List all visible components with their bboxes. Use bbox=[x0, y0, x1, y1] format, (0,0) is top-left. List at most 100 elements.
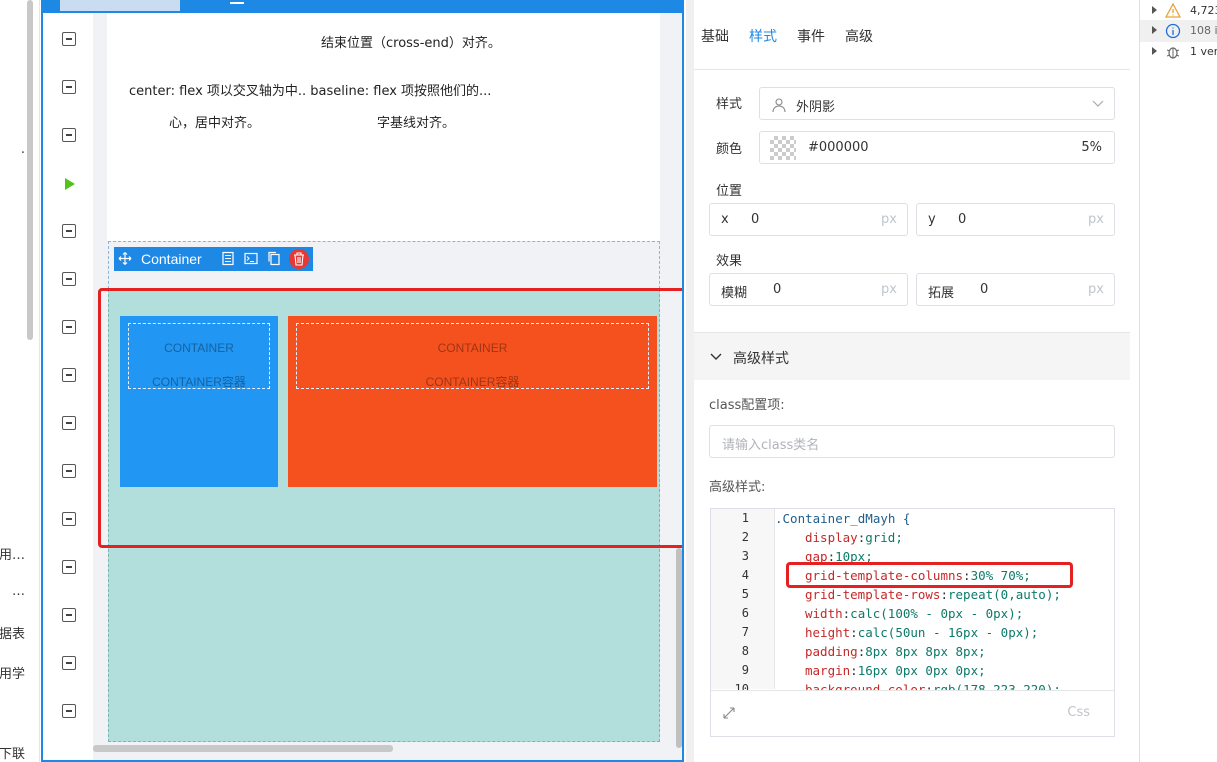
expand-unit: px bbox=[1088, 282, 1104, 297]
y-unit: px bbox=[1088, 212, 1104, 227]
collapse-icon[interactable] bbox=[62, 80, 76, 94]
expand-icon[interactable] bbox=[723, 707, 735, 719]
move-icon[interactable] bbox=[118, 251, 132, 266]
line-number: 5 bbox=[741, 587, 749, 601]
minimize-icon[interactable] bbox=[230, 2, 244, 4]
tab-events[interactable]: 事件 bbox=[797, 26, 825, 46]
collapse-icon[interactable] bbox=[62, 224, 76, 238]
y-label: y bbox=[928, 212, 936, 227]
sidebar-label[interactable]: 下联 bbox=[0, 743, 25, 762]
design-canvas[interactable]: 结束位置（cross-end）对齐。 center: flex 项以交叉轴为中.… bbox=[41, 0, 684, 762]
collapse-icon[interactable] bbox=[62, 464, 76, 478]
canvas-top-bar bbox=[43, 0, 682, 13]
console-row[interactable]: 4,723 bbox=[1140, 0, 1217, 22]
collapse-icon[interactable] bbox=[62, 320, 76, 334]
collapse-icon[interactable] bbox=[62, 512, 76, 526]
highlight-box bbox=[786, 562, 1073, 588]
line-number: 8 bbox=[741, 644, 749, 658]
expand-value: 0 bbox=[980, 282, 989, 297]
code-line[interactable]: padding:8px 8px 8px 8px; bbox=[805, 644, 986, 659]
sidebar-label[interactable]: 据表 bbox=[0, 623, 25, 642]
css-property: padding bbox=[805, 644, 858, 659]
code-line[interactable]: width:calc(100% - 0px - 0px); bbox=[805, 606, 1023, 621]
left-sidebar: . 用… … 据表 用学 下联 bbox=[0, 0, 40, 762]
line-number: 3 bbox=[741, 549, 749, 563]
collapse-icon[interactable] bbox=[62, 608, 76, 622]
collapse-icon[interactable] bbox=[62, 656, 76, 670]
css-value: grid; bbox=[865, 530, 903, 545]
collapse-icon[interactable] bbox=[62, 704, 76, 718]
console-row[interactable]: 108 in bbox=[1140, 20, 1217, 42]
css-property: height bbox=[805, 625, 851, 640]
line-number: 4 bbox=[741, 568, 749, 582]
sidebar-scrollbar[interactable] bbox=[27, 0, 33, 340]
shadow-style-select[interactable]: 外阴影 bbox=[759, 87, 1115, 120]
expand-input[interactable]: 拓展 0 px bbox=[916, 273, 1115, 306]
css-value: 16px 0px 0px 0px; bbox=[857, 663, 986, 678]
blur-input[interactable]: 模糊 0 px bbox=[709, 273, 908, 306]
paragraph-line: center: flex 项以交叉轴为中.. baseline: flex 项按… bbox=[129, 84, 492, 99]
code-line[interactable]: display:grid; bbox=[805, 530, 903, 545]
terminal-icon[interactable] bbox=[244, 251, 258, 266]
info-icon bbox=[1165, 23, 1181, 39]
collapse-icon[interactable] bbox=[62, 368, 76, 382]
delete-button[interactable] bbox=[289, 249, 309, 269]
effect-label: 效果 bbox=[716, 254, 743, 269]
panel-splitter[interactable] bbox=[686, 0, 694, 762]
paragraph-line: 心，居中对齐。 bbox=[169, 116, 261, 131]
vertical-scrollbar[interactable] bbox=[676, 548, 682, 748]
text-block[interactable]: 结束位置（cross-end）对齐。 center: flex 项以交叉轴为中.… bbox=[107, 13, 660, 241]
advanced-style-header[interactable]: 高级样式 bbox=[694, 332, 1130, 380]
devtools-console: 4,723 108 in 1 verb bbox=[1139, 0, 1217, 762]
sidebar-label[interactable]: . bbox=[21, 142, 25, 157]
color-value: #000000 bbox=[808, 140, 869, 155]
tab-advanced[interactable]: 高级 bbox=[845, 26, 873, 46]
blur-unit: px bbox=[881, 282, 897, 297]
copy-icon[interactable] bbox=[267, 251, 281, 266]
css-code-editor[interactable]: 1 2 3 4 5 6 7 8 9 10 .Container_dMayh {display:gr… bbox=[710, 508, 1115, 737]
color-field[interactable]: #000000 5% bbox=[759, 131, 1115, 164]
console-row[interactable]: 1 verb bbox=[1140, 41, 1217, 63]
play-icon[interactable] bbox=[65, 178, 75, 190]
highlight-box bbox=[98, 288, 682, 548]
sidebar-label[interactable]: 用学 bbox=[0, 663, 25, 682]
tab-basic[interactable]: 基础 bbox=[701, 26, 729, 46]
container-toolbar-title: Container bbox=[141, 251, 202, 267]
x-label: x bbox=[721, 212, 729, 227]
y-value: 0 bbox=[958, 212, 967, 227]
y-input[interactable]: y 0 px bbox=[916, 203, 1115, 236]
code-line[interactable]: grid-template-rows:repeat(0,auto); bbox=[805, 587, 1061, 602]
line-number: 1 bbox=[741, 511, 749, 525]
code-line[interactable]: height:calc(50un - 16px - 0px); bbox=[805, 625, 1038, 640]
code-line[interactable]: .Container_dMayh { bbox=[775, 511, 910, 526]
collapse-icon[interactable] bbox=[62, 128, 76, 142]
collapse-icon[interactable] bbox=[62, 416, 76, 430]
x-input[interactable]: x 0 px bbox=[709, 203, 908, 236]
css-colon: : bbox=[940, 587, 948, 602]
tab-style[interactable]: 样式 bbox=[749, 26, 777, 46]
line-number: 9 bbox=[741, 663, 749, 677]
shadow-style-value: 外阴影 bbox=[796, 100, 836, 115]
sidebar-label[interactable]: … bbox=[12, 584, 25, 599]
console-row-text: 1 verb bbox=[1190, 45, 1217, 58]
chevron-down-icon bbox=[1092, 100, 1104, 107]
x-unit: px bbox=[881, 212, 897, 227]
css-value: 8px 8px 8px 8px; bbox=[865, 644, 986, 659]
color-label: 颜色 bbox=[716, 142, 743, 157]
sidebar-label[interactable]: 用… bbox=[0, 544, 25, 563]
horizontal-scrollbar[interactable] bbox=[93, 745, 393, 752]
code-line[interactable]: margin:16px 0px 0px 0px; bbox=[805, 663, 986, 678]
class-config-label: class配置项: bbox=[709, 398, 785, 413]
class-input[interactable]: 请输入class类名 bbox=[709, 425, 1115, 458]
warning-icon bbox=[1165, 3, 1181, 18]
collapse-icon[interactable] bbox=[62, 272, 76, 286]
collapse-icon[interactable] bbox=[62, 32, 76, 46]
bug-icon bbox=[1166, 47, 1180, 59]
container-toolbar: Container bbox=[114, 247, 313, 271]
collapse-icon[interactable] bbox=[62, 560, 76, 574]
document-icon[interactable] bbox=[221, 251, 235, 266]
color-swatch[interactable] bbox=[770, 136, 796, 160]
expand-triangle-icon bbox=[1152, 6, 1157, 14]
blur-value: 0 bbox=[773, 282, 782, 297]
canvas-tab[interactable] bbox=[60, 0, 180, 11]
